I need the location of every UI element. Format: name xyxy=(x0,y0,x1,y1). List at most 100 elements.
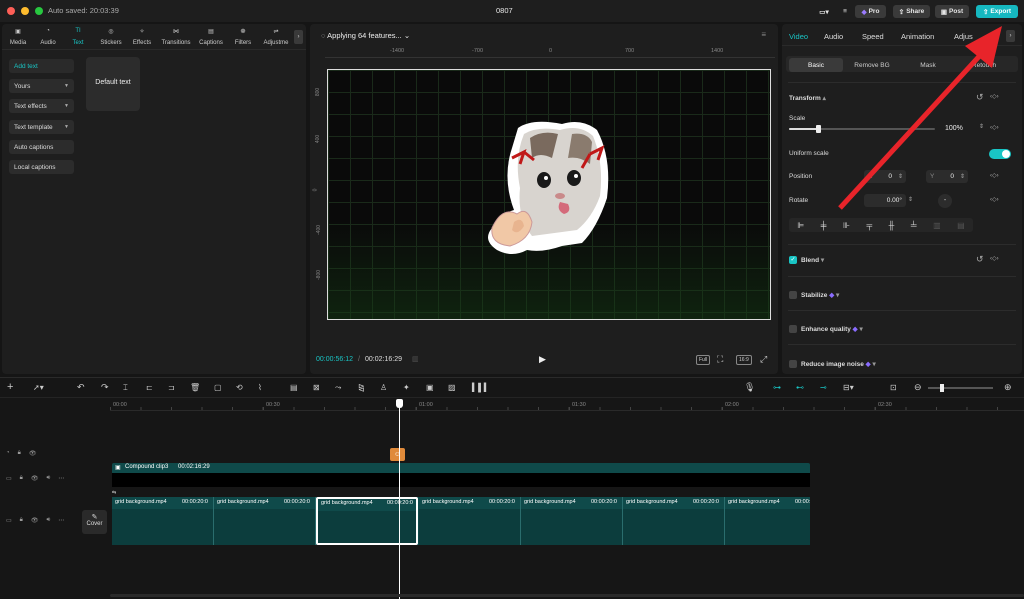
align-left-icon[interactable]: ⊫ xyxy=(797,221,804,230)
project-name[interactable]: 0807 xyxy=(496,6,513,15)
enhance-quality-section-header[interactable]: Enhance quality ◆ ▾ xyxy=(801,325,863,333)
maximize-window-button[interactable] xyxy=(35,7,43,15)
tab-video[interactable]: Video xyxy=(789,32,808,41)
lock-icon[interactable]: 🔒︎ xyxy=(20,475,23,482)
tab-audio[interactable]: ◔ Audio xyxy=(33,28,63,46)
horizontal-scrollbar[interactable] xyxy=(110,594,1024,597)
reduce-noise-checkbox[interactable] xyxy=(789,360,797,368)
sticker-clip[interactable]: ☺ xyxy=(390,448,405,461)
aspect-ratio-button[interactable]: 16:9 xyxy=(736,355,752,365)
caption-tool-icon[interactable]: ▤ xyxy=(290,383,298,392)
tab-adjustment[interactable]: ⇌ Adjustme xyxy=(259,28,293,46)
layout-button[interactable]: ▭▾ xyxy=(811,5,837,18)
tab-effects[interactable]: ✧ Effects xyxy=(127,28,157,46)
undo-icon[interactable]: ↶ xyxy=(77,382,85,393)
align-center-h-icon[interactable]: ╪ xyxy=(821,221,827,230)
lock-icon[interactable]: 🔒︎ xyxy=(20,517,23,524)
cover-button[interactable]: ✎ Cover xyxy=(82,510,107,534)
tab-media[interactable]: ▣ Media xyxy=(3,28,33,46)
speaker-icon[interactable]: 🔊︎ xyxy=(47,475,51,482)
split-right-icon[interactable]: ⊐ xyxy=(168,383,175,392)
cat-sticker[interactable] xyxy=(472,118,637,268)
eye-icon[interactable]: 👁︎ xyxy=(31,517,39,524)
image-icon[interactable]: ▨ xyxy=(448,383,456,392)
microphone-icon[interactable]: 🎙︎ xyxy=(744,382,755,393)
play-button[interactable]: ▶ xyxy=(539,354,546,365)
transform-tool-icon[interactable]: ⟲ xyxy=(236,383,243,392)
clip-6[interactable]: grid background.mp4 00:00:20:0 xyxy=(623,497,725,545)
curve-tool-icon[interactable]: ⌇ xyxy=(258,383,262,392)
blend-section-header[interactable]: Blend ▾ xyxy=(801,256,824,264)
main-track-magnet-icon[interactable]: ⊶ xyxy=(773,383,781,392)
cutout-icon[interactable]: ♙ xyxy=(380,383,387,392)
scale-slider-thumb[interactable] xyxy=(816,125,822,133)
align-bottom-icon[interactable]: ╧ xyxy=(911,221,917,230)
lock-icon[interactable]: 🔒︎ xyxy=(18,450,21,457)
export-button[interactable]: ⇧ Export xyxy=(976,5,1018,18)
menu-button[interactable]: ≡ xyxy=(839,5,851,18)
auto-captions-button[interactable]: Auto captions xyxy=(9,140,74,154)
post-button[interactable]: ▣ Post xyxy=(935,5,969,18)
align-top-icon[interactable]: ╤ xyxy=(866,221,872,230)
clip-3-selected[interactable]: grid background.mp4 00:00:20:0 xyxy=(316,497,418,545)
clip-5[interactable]: grid background.mp4 00:00:20:0 xyxy=(521,497,623,545)
delete-icon[interactable]: 🗑︎ xyxy=(190,383,200,392)
snapshot-icon[interactable]: ⊡ xyxy=(890,383,897,392)
align-center-v-icon[interactable]: ╫ xyxy=(889,221,895,230)
clip-7[interactable]: grid background.mp4 00:00:20:0 xyxy=(725,497,810,545)
preview-menu-button[interactable]: ≡ xyxy=(761,30,766,39)
zoom-slider[interactable] xyxy=(928,384,993,392)
tab-stickers[interactable]: ◎ Stickers xyxy=(96,28,126,46)
text-effects-button[interactable]: Text effects ▼ xyxy=(9,99,74,113)
split-left-icon[interactable]: ⊏ xyxy=(146,383,153,392)
tab-text[interactable]: TI Text xyxy=(63,28,93,46)
processing-status[interactable]: ◌ Applying 64 features... ⌄ xyxy=(321,31,410,40)
close-window-button[interactable] xyxy=(7,7,15,15)
enhance-quality-checkbox[interactable] xyxy=(789,325,797,333)
audio-extract-icon[interactable]: ▣ xyxy=(426,383,434,392)
clip-1[interactable]: grid background.mp4 00:00:20:0 xyxy=(112,497,214,545)
audio-wave-icon[interactable]: ▍▌▍ xyxy=(472,383,490,392)
zoom-in-icon[interactable]: ⊕ xyxy=(1004,382,1012,393)
tab-filters[interactable]: ❁ Filters xyxy=(228,28,258,46)
reduce-noise-section-header[interactable]: Reduce image noise ◆ ▾ xyxy=(801,360,876,368)
text-template-button[interactable]: Text template ▼ xyxy=(9,120,74,134)
mirror-icon[interactable]: ⧎ xyxy=(358,383,365,392)
more-icon[interactable]: ⋯ xyxy=(58,475,64,482)
clip-2[interactable]: grid background.mp4 00:00:20:0 xyxy=(214,497,316,545)
preview-axis-icon[interactable]: ⊟▾ xyxy=(843,383,854,392)
linkage-icon[interactable]: ⊸ xyxy=(820,383,827,392)
freeze-icon[interactable]: ⊠ xyxy=(313,383,320,392)
crop-button[interactable]: ⛶ xyxy=(717,354,723,365)
eye-icon[interactable]: 👁︎ xyxy=(29,450,37,457)
add-track-button[interactable]: + xyxy=(7,381,13,393)
distribute-v-icon[interactable]: ▤ xyxy=(957,221,965,230)
more-icon[interactable]: ⋯ xyxy=(58,517,64,524)
auto-snap-icon[interactable]: ⊷ xyxy=(796,383,804,392)
crop-tool-icon[interactable]: ▢ xyxy=(214,383,222,392)
local-captions-button[interactable]: Local captions xyxy=(9,160,74,174)
reset-blend-button[interactable]: ↺ xyxy=(976,254,984,265)
add-text-button[interactable]: Add text xyxy=(9,59,74,73)
playhead-handle[interactable] xyxy=(396,399,403,408)
zoom-slider-thumb[interactable] xyxy=(940,384,944,392)
waveform-toggle-button[interactable]: ▥ xyxy=(412,355,424,365)
distribute-h-icon[interactable]: ▥ xyxy=(933,221,941,230)
transform-section-header[interactable]: Transform ▴ xyxy=(789,94,826,102)
magic-icon[interactable]: ✦ xyxy=(403,383,410,392)
speed-icon[interactable]: ⤳ xyxy=(335,383,341,393)
stabilize-checkbox[interactable] xyxy=(789,291,797,299)
align-right-icon[interactable]: ⊪ xyxy=(843,221,850,230)
keyframe-blend-button[interactable]: ‹◇› xyxy=(990,255,999,262)
zoom-out-icon[interactable]: ⊖ xyxy=(914,382,922,393)
pro-button[interactable]: ◆ Pro xyxy=(855,5,886,18)
eye-icon[interactable]: 👁︎ xyxy=(31,475,39,482)
share-button[interactable]: ⇪ Share xyxy=(893,5,930,18)
stabilize-section-header[interactable]: Stabilize ◆ ▾ xyxy=(801,291,839,299)
tabs-scroll-right-button[interactable]: › xyxy=(294,30,303,44)
redo-icon[interactable]: ↷ xyxy=(101,382,109,393)
fullscreen-mode-button[interactable]: Full xyxy=(696,355,711,365)
split-icon[interactable]: ⌶ xyxy=(123,383,128,393)
playhead[interactable] xyxy=(396,399,403,599)
tab-captions[interactable]: ▤ Captions xyxy=(196,28,226,46)
